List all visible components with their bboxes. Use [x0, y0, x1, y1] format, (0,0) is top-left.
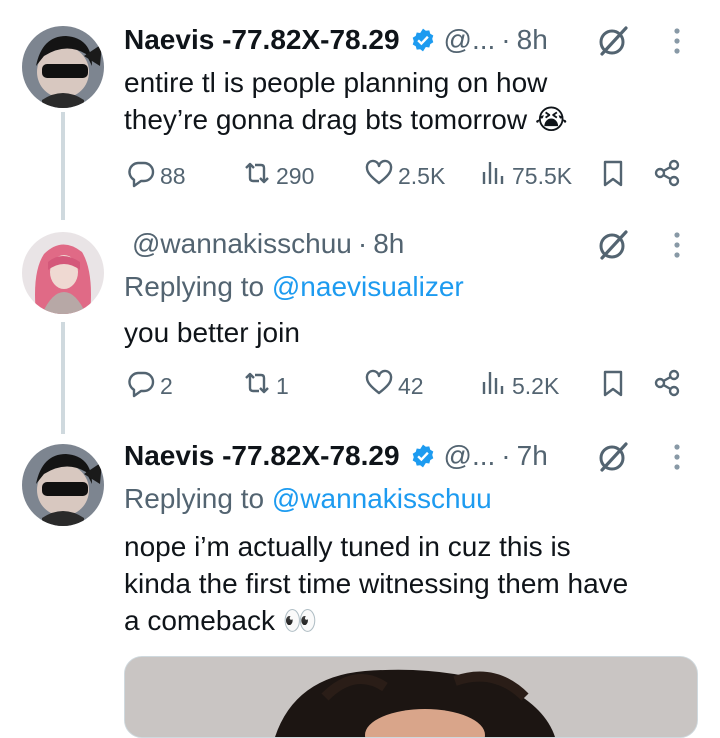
bookmark-button[interactable]	[598, 156, 632, 196]
replying-handle-link[interactable]: @wannakisschuu	[272, 483, 492, 514]
grok-icon[interactable]	[596, 440, 630, 474]
like-button[interactable]: 2.5K	[364, 156, 445, 196]
timestamp[interactable]: 8h	[373, 228, 404, 260]
views-icon	[478, 158, 512, 194]
reply-button[interactable]: 88	[126, 156, 186, 196]
avatar[interactable]	[22, 26, 104, 108]
share-button[interactable]	[652, 366, 686, 406]
handle[interactable]: @wannakisschuu	[132, 228, 352, 260]
replying-to: Replying to @naevisualizer	[124, 268, 464, 306]
tweet-header: Naevis -77.82X-78.29 @... · 8h	[124, 20, 548, 60]
retweet-count: 1	[276, 372, 289, 399]
reply-button[interactable]: 2	[126, 366, 173, 406]
reply-icon	[126, 368, 160, 404]
bookmark-button[interactable]	[598, 366, 632, 406]
bookmark-icon	[598, 368, 632, 404]
retweet-icon	[242, 368, 276, 404]
verified-icon	[410, 27, 436, 53]
handle[interactable]: @...	[444, 24, 496, 56]
tweet-media-image[interactable]	[124, 656, 698, 738]
retweet-icon	[242, 158, 276, 194]
avatar[interactable]	[22, 232, 104, 314]
reply-count: 88	[160, 162, 186, 189]
separator: ·	[357, 228, 368, 259]
tweet-text: entire tl is people planning on how they…	[124, 64, 704, 138]
handle[interactable]: @...	[444, 440, 496, 472]
tweet-text-line: nope i’m actually tuned in cuz this is	[124, 531, 571, 562]
views-count: 75.5K	[512, 162, 573, 189]
views-count: 5.2K	[512, 372, 560, 399]
more-icon[interactable]	[666, 440, 688, 474]
verified-icon	[410, 443, 436, 469]
like-count: 42	[398, 372, 424, 399]
bookmark-icon	[598, 158, 632, 194]
tweet-text-line: a comeback 👀	[124, 605, 318, 636]
share-icon	[652, 368, 686, 404]
separator: ·	[501, 24, 511, 55]
action-bar: 2 1 42 5.2K	[124, 366, 694, 406]
display-name[interactable]: Naevis -77.82X-78.29	[124, 440, 400, 472]
action-bar: 88 290 2.5K 75.5K	[124, 156, 694, 196]
views-button[interactable]: 75.5K	[478, 156, 572, 196]
tweet-text-line: kinda the first time witnessing them hav…	[124, 568, 629, 599]
timestamp[interactable]: 7h	[517, 440, 548, 472]
reply-count: 2	[160, 372, 173, 399]
retweet-button[interactable]: 290	[242, 156, 314, 196]
views-icon	[478, 368, 512, 404]
more-icon[interactable]	[666, 24, 688, 58]
replying-prefix: Replying to	[124, 483, 265, 514]
tweet-text-line: you better join	[124, 317, 300, 348]
like-count: 2.5K	[398, 162, 446, 189]
replying-handle-link[interactable]: @naevisualizer	[272, 271, 464, 302]
display-name[interactable]: Naevis -77.82X-78.29	[124, 24, 400, 56]
like-icon	[364, 368, 398, 404]
grok-icon[interactable]	[596, 228, 630, 262]
share-button[interactable]	[652, 156, 686, 196]
replying-prefix: Replying to	[124, 271, 265, 302]
grok-icon[interactable]	[596, 24, 630, 58]
reply-icon	[126, 158, 160, 194]
timestamp[interactable]: 8h	[517, 24, 548, 56]
views-button[interactable]: 5.2K	[478, 366, 559, 406]
tweet-text-line: entire tl is people planning on how	[124, 67, 548, 98]
thread-line	[61, 322, 65, 434]
tweet-text: you better join	[124, 314, 704, 351]
more-icon[interactable]	[666, 228, 688, 262]
thread-line	[61, 112, 65, 220]
tweet-header: @wannakisschuu · 8h	[124, 224, 404, 264]
share-icon	[652, 158, 686, 194]
retweet-button[interactable]: 1	[242, 366, 289, 406]
replying-to: Replying to @wannakisschuu	[124, 480, 492, 518]
tweet-header: Naevis -77.82X-78.29 @... · 7h	[124, 436, 548, 476]
separator: ·	[501, 440, 511, 471]
like-button[interactable]: 42	[364, 366, 424, 406]
retweet-count: 290	[276, 162, 315, 189]
avatar[interactable]	[22, 444, 104, 526]
like-icon	[364, 158, 398, 194]
tweet-text: nope i’m actually tuned in cuz this is k…	[124, 528, 704, 639]
tweet-text-line: they’re gonna drag bts tomorrow 😭	[124, 104, 568, 135]
